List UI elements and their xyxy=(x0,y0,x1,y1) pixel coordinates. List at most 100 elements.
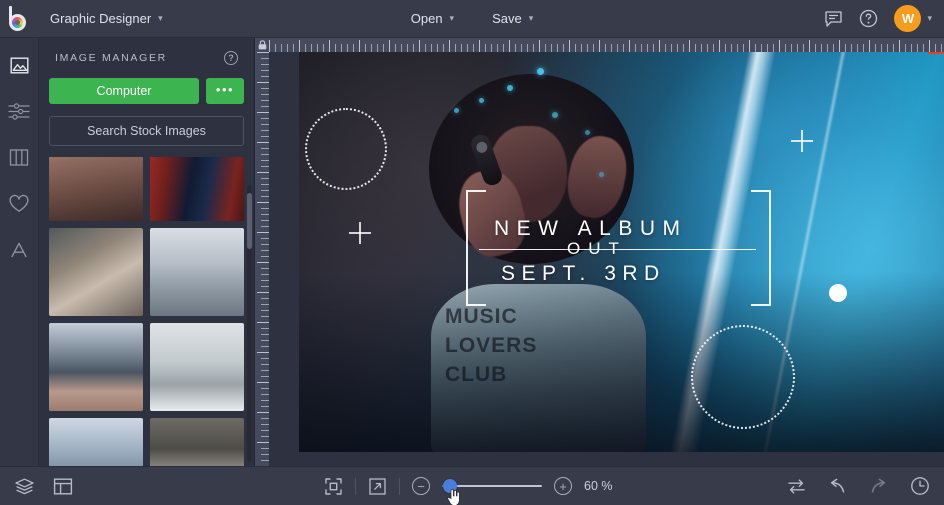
question-circle-icon xyxy=(860,9,878,28)
open-button[interactable]: Open ▾ xyxy=(399,6,466,31)
chevron-down-icon: ▾ xyxy=(449,13,455,23)
sidebar-item-text[interactable] xyxy=(6,236,33,263)
document-title-label: Graphic Designer xyxy=(50,11,152,26)
app-window: Graphic Designer ▾ Open ▾ Save ▾ W ▾ IMA… xyxy=(0,0,944,505)
history-clock-icon xyxy=(911,477,929,495)
list-item[interactable] xyxy=(49,157,143,221)
vertical-ruler[interactable] xyxy=(255,52,269,466)
help-button[interactable] xyxy=(859,9,878,28)
album-subline: OUT xyxy=(567,239,627,258)
save-button[interactable]: Save ▾ xyxy=(480,6,545,31)
zoom-out-button[interactable]: − xyxy=(412,477,430,495)
redo-arrow-icon xyxy=(871,478,886,493)
dotted-circle-decoration xyxy=(305,108,387,190)
zoom-slider[interactable] xyxy=(442,477,542,505)
fit-to-screen-icon xyxy=(325,477,342,495)
list-item[interactable] xyxy=(150,418,244,466)
app-logo[interactable] xyxy=(0,5,40,32)
bracket-right xyxy=(751,190,771,306)
close-canvas-button[interactable]: ✕ xyxy=(928,52,944,54)
horizontal-ruler[interactable] xyxy=(269,38,944,52)
sidebar-item-image-manager[interactable] xyxy=(6,52,33,79)
chat-bubble-icon xyxy=(825,10,843,27)
open-label: Open xyxy=(410,11,443,26)
canvas-stage[interactable]: ✕ MUSICLOVERSCLUB xyxy=(269,52,944,466)
chevron-down-icon: ▾ xyxy=(158,13,163,23)
ruler-lock-button[interactable] xyxy=(255,38,269,52)
image-manager-panel: IMAGE MANAGER ? Computer ••• Search Stoc… xyxy=(39,38,255,466)
plus-decoration xyxy=(349,222,371,244)
bokeh-dot xyxy=(454,108,459,113)
bokeh-dot xyxy=(585,130,590,135)
feedback-button[interactable] xyxy=(824,10,843,28)
list-item[interactable] xyxy=(49,228,143,316)
sliders-icon xyxy=(8,103,30,120)
avatar[interactable]: W xyxy=(894,5,922,32)
text-a-icon xyxy=(11,242,27,257)
list-item[interactable] xyxy=(150,228,244,316)
befunky-logo-icon xyxy=(8,5,32,32)
user-menu[interactable]: W ▾ xyxy=(894,5,932,32)
thumbnail-scroll-area[interactable] xyxy=(39,157,254,466)
list-item[interactable] xyxy=(150,323,244,411)
bottom-left-tools xyxy=(14,477,73,496)
zoom-slider-handle[interactable] xyxy=(443,479,457,493)
toolbar-divider xyxy=(399,477,400,495)
album-date: SEPT. 3RD xyxy=(501,262,666,285)
zoom-in-button[interactable]: + xyxy=(554,477,572,495)
list-item[interactable] xyxy=(49,323,143,411)
canvas-area: ✕ MUSICLOVERSCLUB xyxy=(255,38,944,466)
bokeh-dot xyxy=(507,85,513,91)
album-headline: NEW ALBUM xyxy=(494,217,688,240)
panel-actions: Computer ••• Search Stock Images xyxy=(39,78,254,157)
search-stock-images-button[interactable]: Search Stock Images xyxy=(49,116,244,146)
computer-upload-button[interactable]: Computer xyxy=(49,78,199,104)
layers-icon xyxy=(15,478,34,494)
document-title-menu[interactable]: Graphic Designer ▾ xyxy=(40,6,173,31)
ruler-row xyxy=(255,38,944,52)
history-controls xyxy=(787,476,930,496)
lock-icon xyxy=(258,40,266,50)
toolbar-divider xyxy=(355,477,356,495)
canvas-row: ✕ MUSICLOVERSCLUB xyxy=(255,52,944,466)
sidebar-item-templates[interactable] xyxy=(6,144,33,171)
list-item[interactable] xyxy=(49,418,143,466)
dotted-circle-decoration xyxy=(691,325,795,429)
expand-arrow-icon xyxy=(369,477,386,495)
zoom-level-value: 60 % xyxy=(584,479,613,493)
layout-panel-button[interactable] xyxy=(53,477,73,496)
zoom-slider-track xyxy=(442,485,542,487)
fit-to-screen-button[interactable] xyxy=(324,477,343,496)
upload-row: Computer ••• xyxy=(49,78,244,104)
more-sources-button[interactable]: ••• xyxy=(206,78,244,104)
expand-button[interactable] xyxy=(368,477,387,496)
artwork-canvas[interactable]: MUSICLOVERSCLUB xyxy=(299,52,944,452)
list-item[interactable] xyxy=(150,157,244,221)
layers-button[interactable] xyxy=(14,477,35,496)
workspace: IMAGE MANAGER ? Computer ••• Search Stoc… xyxy=(0,38,944,466)
bokeh-dot xyxy=(552,112,558,118)
image-icon xyxy=(10,57,29,74)
save-label: Save xyxy=(492,11,522,26)
undo-arrow-icon xyxy=(830,478,845,493)
bokeh-dot xyxy=(537,68,544,75)
history-button[interactable] xyxy=(910,476,930,496)
sidebar-item-edit[interactable] xyxy=(6,98,33,125)
bracket-left xyxy=(466,190,486,306)
bottom-toolbar: − + 60 % xyxy=(0,466,944,505)
panel-title: IMAGE MANAGER xyxy=(55,52,167,64)
layout-panel-icon xyxy=(53,478,73,495)
redo-button[interactable] xyxy=(869,478,888,495)
plus-decoration xyxy=(791,130,813,152)
panel-help-icon[interactable]: ? xyxy=(224,51,238,65)
swap-compare-icon xyxy=(788,478,805,494)
white-dot-decoration xyxy=(829,284,847,302)
heart-icon xyxy=(9,194,29,212)
panel-scrollbar-thumb[interactable] xyxy=(247,193,252,249)
compare-button[interactable] xyxy=(787,478,806,495)
account-actions: W ▾ xyxy=(824,5,932,32)
panel-header: IMAGE MANAGER ? xyxy=(39,38,254,78)
sidebar-item-graphics[interactable] xyxy=(6,190,33,217)
undo-button[interactable] xyxy=(828,478,847,495)
bokeh-dot xyxy=(599,172,604,177)
